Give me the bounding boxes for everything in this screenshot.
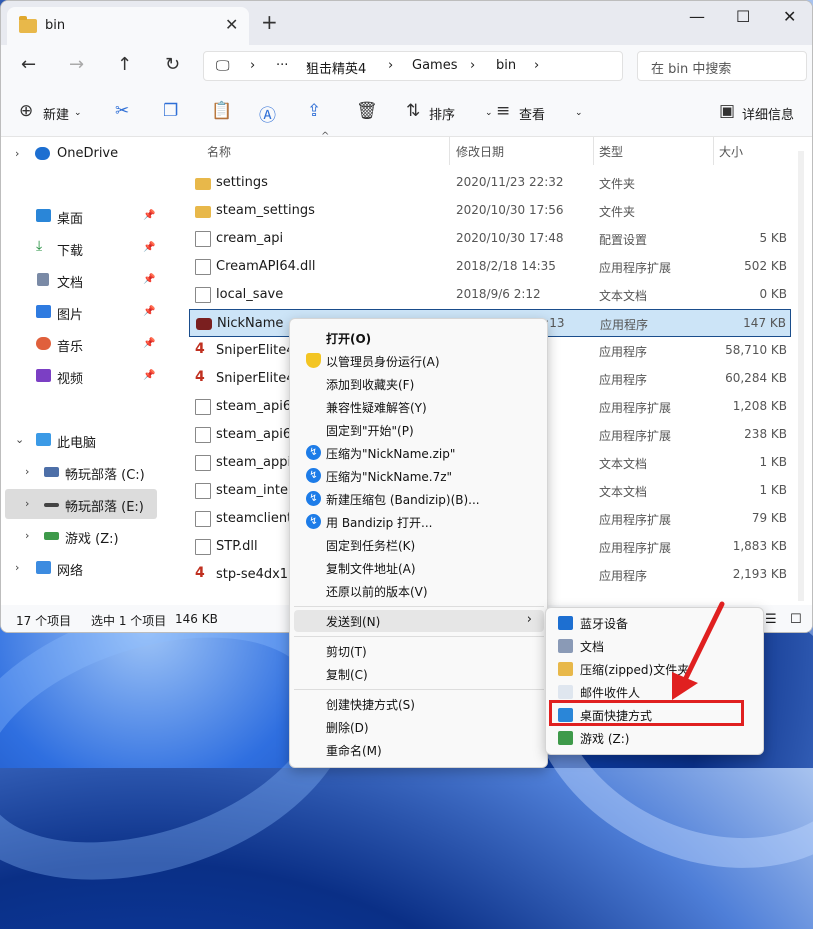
red-arrow-annotation bbox=[672, 601, 725, 700]
